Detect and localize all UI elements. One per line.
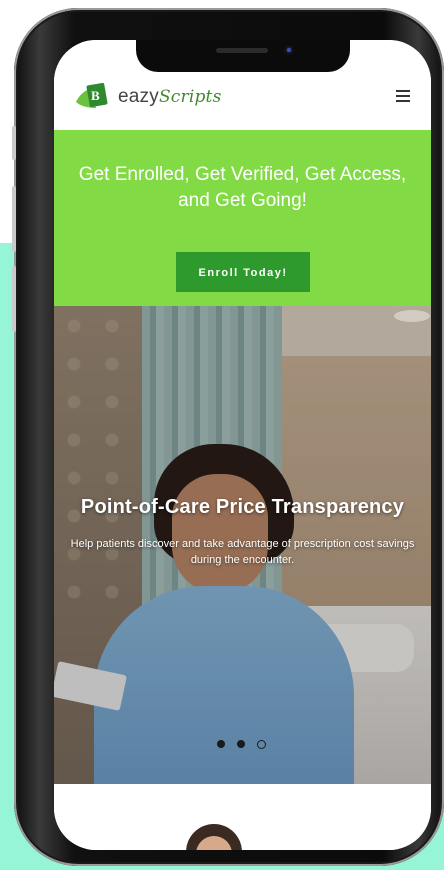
phone-frame: B DRx eazyScripts Get Enrolled, Get Veri… xyxy=(12,8,444,866)
slide-dot-1[interactable] xyxy=(217,740,225,748)
side-button xyxy=(12,186,16,252)
hero-slide: Point-of-Care Price Transparency Help pa… xyxy=(54,306,431,784)
enroll-today-button[interactable]: Enroll Today! xyxy=(176,252,310,292)
slide-pagination xyxy=(217,739,277,751)
logo-badge-letter: B xyxy=(91,88,100,103)
slide-dot-2[interactable] xyxy=(237,740,245,748)
side-button xyxy=(12,126,16,160)
slide-dot-3[interactable] xyxy=(257,740,266,749)
logo-word: eazy xyxy=(118,86,159,107)
logo-mark-icon: B DRx xyxy=(76,82,108,113)
hero-banner: Get Enrolled, Get Verified, Get Access, … xyxy=(54,130,431,306)
logo-text: eazyScripts xyxy=(118,86,222,108)
next-section xyxy=(54,784,431,850)
logo-script: Scripts xyxy=(158,87,222,107)
side-button xyxy=(12,266,16,332)
slide-text: Help patients discover and take advantag… xyxy=(70,538,415,566)
hamburger-icon[interactable] xyxy=(396,90,410,102)
logo-badge-sub: DRx xyxy=(96,107,106,113)
speaker xyxy=(216,48,268,53)
notch xyxy=(136,40,350,72)
camera-icon xyxy=(284,45,294,55)
hero-headline: Get Enrolled, Get Verified, Get Access, … xyxy=(78,164,407,211)
slide-title: Point-of-Care Price Transparency xyxy=(80,496,405,518)
phone-screen: B DRx eazyScripts Get Enrolled, Get Veri… xyxy=(54,40,431,850)
eazyscripts-logo[interactable]: B DRx eazyScripts xyxy=(74,76,234,116)
